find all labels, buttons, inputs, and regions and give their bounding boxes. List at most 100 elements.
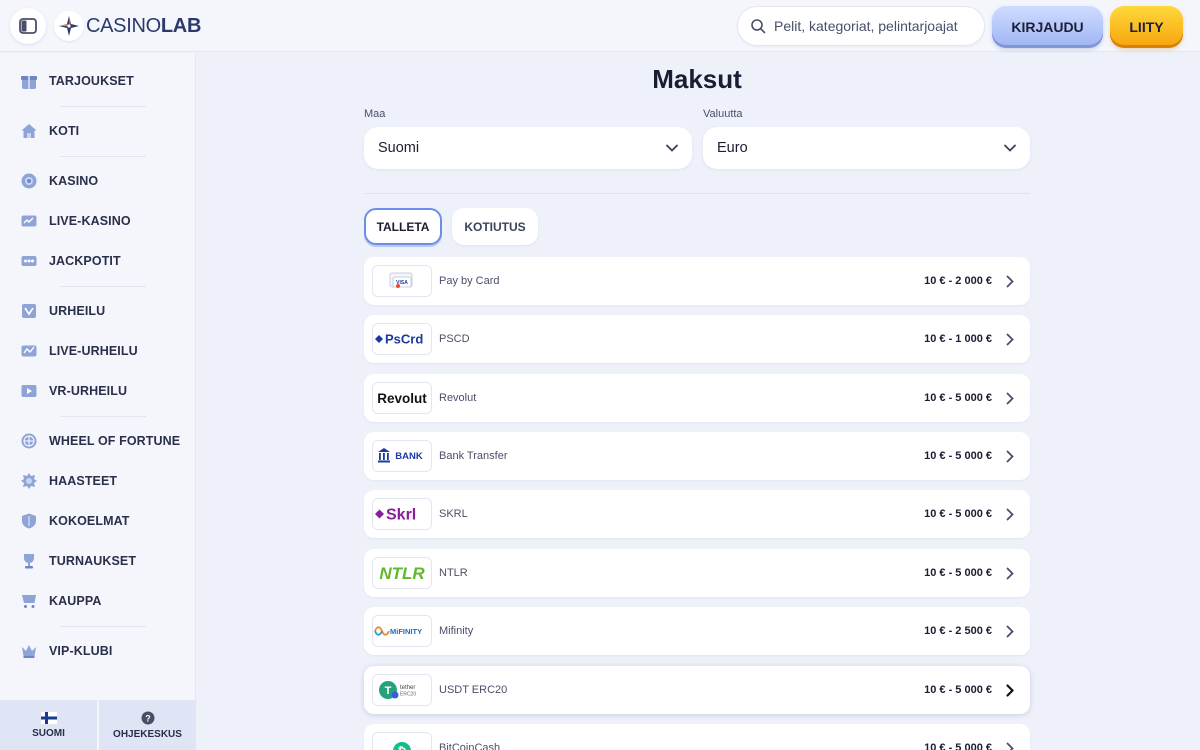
sidebar-footer: SUOMI ? OHJEKESKUS [0,700,196,750]
country-select[interactable]: Suomi [364,127,692,169]
payment-method-limit: 10 € - 5 000 € [924,742,992,750]
currency-select[interactable]: Euro [703,127,1030,169]
jackpot-icon [20,252,38,270]
crown-icon [20,642,38,660]
svg-text:T: T [385,685,392,697]
sidebar-item-label: LIVE-URHEILU [49,344,138,358]
sidebar-item-tarjoukset[interactable]: TARJOUKSET [0,61,196,101]
tab-kotiutus[interactable]: KOTIUTUS [452,208,538,245]
payment-method-row[interactable]: NTLR NTLR 10 € - 5 000 € [364,549,1030,597]
live-casino-icon [20,212,38,230]
casino-chip-icon [20,172,38,190]
sidebar-item-vr-urheilu[interactable]: VR-URHEILU [0,371,196,411]
sidebar-item-haasteet[interactable]: HAASTEET [0,461,196,501]
collection-icon [20,512,38,530]
payment-method-row[interactable]: Ttether ERC20 USDT ERC20 10 € - 5 000 € [364,666,1030,714]
payment-method-row[interactable]: BANK Bank Transfer 10 € - 5 000 € [364,432,1030,480]
sidebar-item-koti[interactable]: KOTI [0,111,196,151]
sidebar-item-label: KOTI [49,124,80,138]
payment-method-limit: 10 € - 2 500 € [924,625,992,637]
bitcoincash-logo: ₿ [372,732,432,750]
language-button[interactable]: SUOMI [0,700,97,750]
payment-method-name: Mifinity [439,625,474,637]
payment-method-row[interactable]: MiFINITY Mifinity 10 € - 2 500 € [364,607,1030,655]
sidebar-item-turnaukset[interactable]: TURNAUKSET [0,541,196,581]
vr-sports-icon [20,382,38,400]
login-button[interactable]: KIRJAUDU [992,6,1103,48]
language-label: SUOMI [32,727,65,739]
payment-method-limit: 10 € - 5 000 € [924,567,992,579]
sidebar-item-label: LIVE-KASINO [49,214,131,228]
payment-method-row[interactable]: VISA Pay by Card 10 € - 2 000 € [364,257,1030,305]
wheel-icon [20,432,38,450]
sidebar-item-kokoelmat[interactable]: KOKOELMAT [0,501,196,541]
sidebar-toggle-icon [19,18,37,34]
sports-icon [20,302,38,320]
sidebar-item-vip-klubi[interactable]: VIP-KLUBI [0,631,196,671]
sidebar-toggle-button[interactable] [10,8,46,44]
payment-method-limit: 10 € - 5 000 € [924,392,992,404]
sidebar-item-label: JACKPOTIT [49,254,121,268]
chevron-right-icon [1006,567,1014,579]
sidebar-item-live-kasino[interactable]: LIVE-KASINO [0,201,196,241]
payment-method-row[interactable]: Skrl SKRL 10 € - 5 000 € [364,490,1030,538]
payment-method-limit: 10 € - 5 000 € [924,508,992,520]
pscrd-logo-text: PsCrd [385,332,423,347]
sidebar-item-label: WHEEL OF FORTUNE [49,434,181,448]
help-center-button[interactable]: ? OHJEKESKUS [99,700,196,750]
sidebar-divider [60,156,146,157]
chevron-down-icon [666,144,678,152]
chevron-right-icon [1006,392,1014,404]
payment-method-name: Bank Transfer [439,450,508,462]
help-icon: ? [141,711,154,724]
search-icon [751,19,766,34]
chevron-right-icon [1006,275,1014,287]
payment-method-name: Pay by Card [439,275,500,287]
join-button[interactable]: LIITY [1110,6,1183,48]
payment-method-row[interactable]: ₿ BitCoinCash 10 € - 5 000 € [364,724,1030,750]
casino-logo[interactable]: CASINOLAB [54,11,201,41]
brand-name: CASINOLAB [86,14,202,37]
country-value: Suomi [378,140,420,156]
star-logo-icon [54,11,84,41]
chevron-right-icon [1006,742,1014,750]
payment-method-limit: 10 € - 5 000 € [924,450,992,462]
chevron-right-icon [1006,333,1014,345]
sidebar-item-label: TARJOUKSET [49,74,134,88]
payment-method-row[interactable]: PsCrd PSCD 10 € - 1 000 € [364,315,1030,363]
search-input[interactable] [774,18,984,34]
sidebar-item-label: KASINO [49,174,99,188]
sidebar-item-jackpotit[interactable]: JACKPOTIT [0,241,196,281]
live-sports-icon [20,342,38,360]
sidebar-item-label: KOKOELMAT [49,514,130,528]
sidebar-item-kauppa[interactable]: KAUPPA [0,581,196,621]
sidebar-item-wheel-of-fortune[interactable]: WHEEL OF FORTUNE [0,421,196,461]
finland-flag-icon [40,711,57,724]
sidebar-item-live-urheilu[interactable]: LIVE-URHEILU [0,331,196,371]
tab-talleta[interactable]: TALLETA [364,208,442,245]
sidebar-item-label: TURNAUKSET [49,554,137,568]
skrl-logo-text: Skrl [386,507,416,524]
gift-icon [20,72,38,90]
chevron-right-icon [1006,683,1014,697]
chevron-down-icon [1004,144,1016,152]
bank-transfer-logo: BANK [372,440,432,472]
payment-method-name: PSCD [439,333,470,345]
top-header: CASINOLAB KIRJAUDU LIITY [0,0,1200,52]
currency-label: Valuutta [703,108,743,120]
sidebar: TARJOUKSET KOTI KASINO LIVE-KASINO JACKP… [0,53,196,750]
payment-method-row[interactable]: Revolut Revolut 10 € - 5 000 € [364,374,1030,422]
revolut-logo-text: Revolut [377,391,427,406]
payment-method-limit: 10 € - 1 000 € [924,333,992,345]
search-bar[interactable] [737,6,985,46]
ntlr-logo: NTLR [372,557,432,589]
payment-method-name: USDT ERC20 [439,684,508,696]
challenge-icon [20,472,38,490]
sidebar-item-kasino[interactable]: KASINO [0,161,196,201]
tether-logo: Ttether ERC20 [372,674,432,706]
payment-method-limit: 10 € - 2 000 € [924,275,992,287]
sidebar-item-label: KAUPPA [49,594,102,608]
sidebar-item-urheilu[interactable]: URHEILU [0,291,196,331]
sidebar-item-label: HAASTEET [49,474,118,488]
shop-icon [20,592,38,610]
